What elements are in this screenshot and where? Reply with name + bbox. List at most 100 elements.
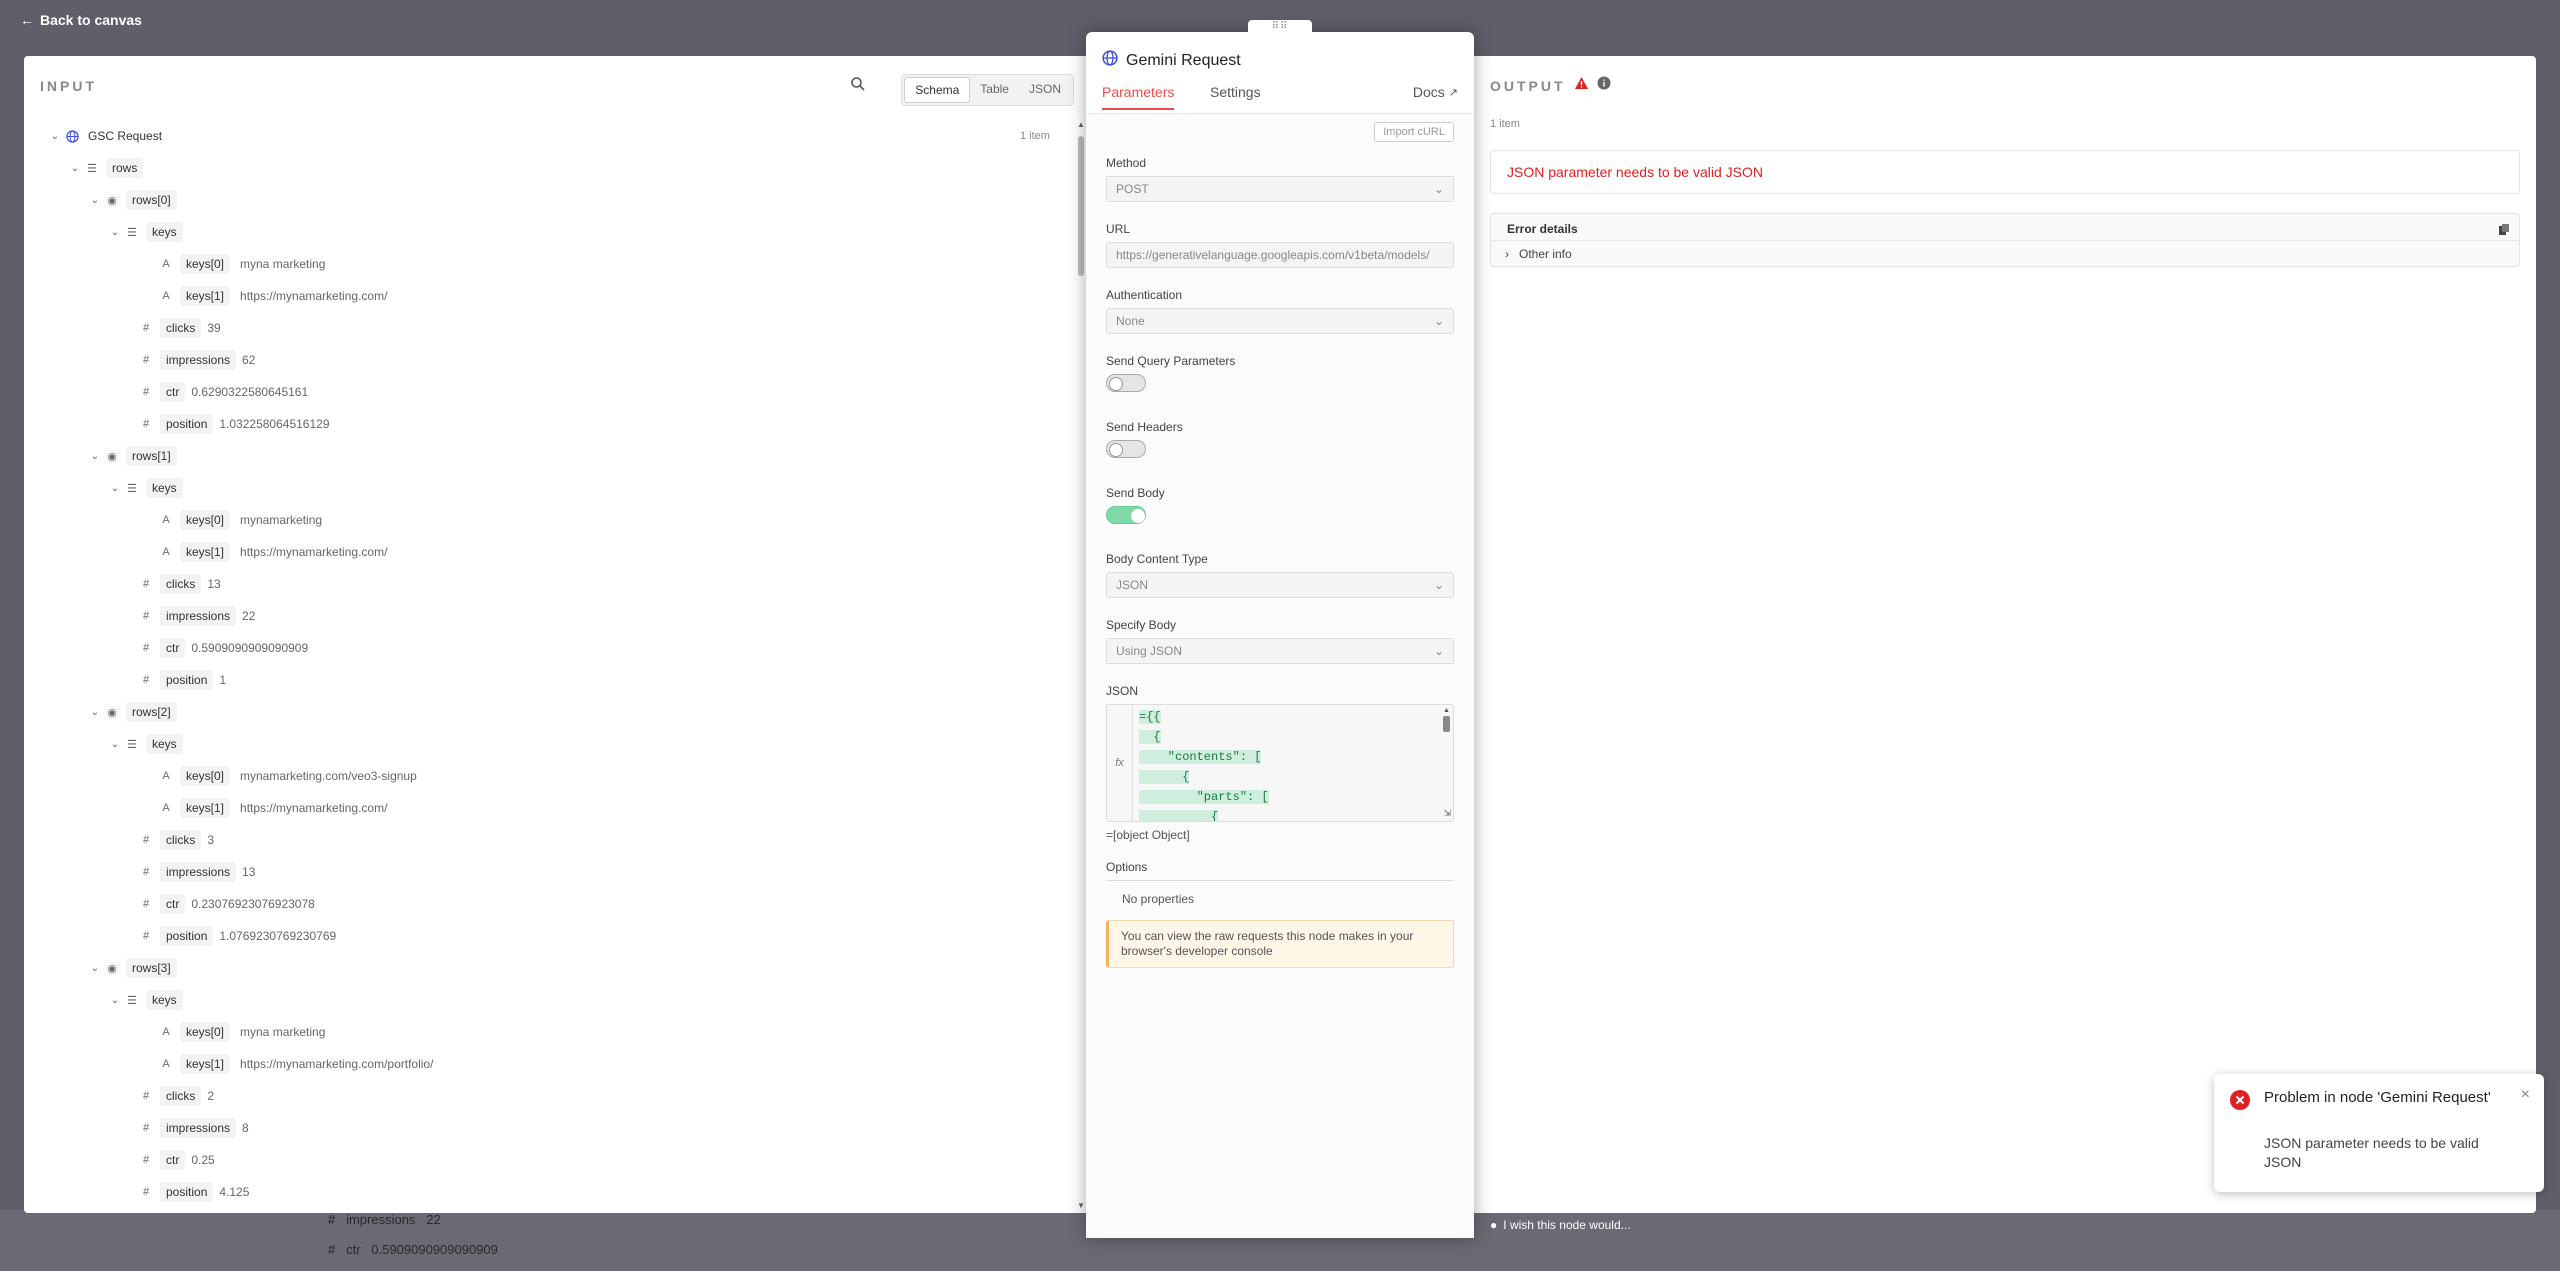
tree-keys[interactable]: ⌄ ☰ keys xyxy=(108,478,183,498)
url-label: URL xyxy=(1106,222,1131,236)
field-name: impressions xyxy=(160,862,237,882)
tree-field[interactable]: # ctr 0.23076923076923078 xyxy=(136,894,315,914)
scroll-thumb[interactable] xyxy=(1078,136,1084,276)
tree-row[interactable]: ⌄ ◉ rows[3] xyxy=(88,958,177,978)
copy-icon[interactable] xyxy=(2499,222,2509,235)
number-icon: # xyxy=(142,834,150,846)
json-editor[interactable]: fx ={{ { "contents": [ { "parts": [ { ▲ … xyxy=(1106,704,1454,822)
backdrop-row-ctr: # ctr 0.5909090909090909 xyxy=(328,1242,498,1257)
tree-keys[interactable]: ⌄ ☰ keys xyxy=(108,990,183,1010)
tree-field[interactable]: # ctr 0.25 xyxy=(136,1150,215,1170)
number-icon: # xyxy=(142,1186,150,1198)
tree-field[interactable]: # impressions 13 xyxy=(136,862,255,882)
search-icon[interactable] xyxy=(850,76,870,96)
chevron-down-icon: ⌄ xyxy=(110,226,120,238)
warning-icon xyxy=(1574,76,1589,95)
tree-field[interactable]: # clicks 2 xyxy=(136,1086,214,1106)
tree-field[interactable]: # clicks 39 xyxy=(136,318,221,338)
tree-row[interactable]: ⌄ ◉ rows[2] xyxy=(88,702,177,722)
editor-scrollbar[interactable]: ▲ xyxy=(1442,707,1451,807)
info-icon[interactable] xyxy=(1597,76,1611,95)
send-headers-toggle[interactable] xyxy=(1106,440,1146,458)
tree-row[interactable]: ⌄ ◉ rows[0] xyxy=(88,190,177,210)
tree-field[interactable]: # clicks 3 xyxy=(136,830,214,850)
tab-json[interactable]: JSON xyxy=(1019,77,1071,103)
tab-settings[interactable]: Settings xyxy=(1210,84,1261,100)
back-to-canvas-button[interactable]: ← Back to canvas xyxy=(20,12,142,28)
tree-key-item[interactable]: Akeys[0] mynamarketing.com/veo3-signup xyxy=(156,766,417,786)
tree-field[interactable]: # impressions 22 xyxy=(136,606,255,626)
key-value: https://mynamarketing.com/ xyxy=(240,801,388,815)
key-name: keys[0] xyxy=(180,1022,231,1042)
close-icon[interactable]: × xyxy=(2521,1086,2530,1104)
drag-handle[interactable]: ⠿⠿ xyxy=(1248,20,1312,36)
tree-field[interactable]: # impressions 8 xyxy=(136,1118,249,1138)
tree-key-item[interactable]: Akeys[1] https://mynamarketing.com/ xyxy=(156,542,387,562)
send-query-toggle[interactable] xyxy=(1106,374,1146,392)
tree-field[interactable]: # impressions 62 xyxy=(136,350,255,370)
tree-field[interactable]: # position 1 xyxy=(136,670,226,690)
json-line: ={{ xyxy=(1139,710,1161,724)
specify-value: Using JSON xyxy=(1116,644,1183,658)
number-icon: # xyxy=(142,930,150,942)
tab-schema[interactable]: Schema xyxy=(904,77,971,103)
method-select[interactable]: POST ⌄ xyxy=(1106,176,1454,202)
backdrop-label: impressions xyxy=(346,1211,416,1227)
number-icon: # xyxy=(142,1090,150,1102)
tree-key-item[interactable]: Akeys[1] https://mynamarketing.com/ xyxy=(156,286,387,306)
tree-field[interactable]: # position 1.0769230769230769 xyxy=(136,926,336,946)
field-name: impressions xyxy=(160,1118,237,1138)
tree-keys[interactable]: ⌄ ☰ keys xyxy=(108,734,183,754)
feedback-link[interactable]: ● I wish this node would... xyxy=(1490,1218,1631,1232)
body-type-select[interactable]: JSON ⌄ xyxy=(1106,572,1454,598)
tab-table[interactable]: Table xyxy=(970,77,1019,103)
number-icon: # xyxy=(142,418,150,430)
field-value: 22 xyxy=(242,609,256,623)
tree-rows[interactable]: ⌄ ☰ rows xyxy=(68,158,144,178)
url-input[interactable]: https://generativelanguage.googleapis.co… xyxy=(1106,242,1454,268)
error-circle-icon xyxy=(2230,1090,2250,1115)
tree-field[interactable]: # ctr 0.6290322580645161 xyxy=(136,382,308,402)
method-label: Method xyxy=(1106,156,1147,170)
tree-root[interactable]: ⌄ GSC Request xyxy=(48,126,162,146)
authentication-select[interactable]: None ⌄ xyxy=(1106,308,1454,334)
key-value: https://mynamarketing.com/portfolio/ xyxy=(240,1057,434,1071)
string-icon: A xyxy=(162,802,170,814)
tree-row[interactable]: ⌄ ◉ rows[1] xyxy=(88,446,177,466)
tree-field[interactable]: # clicks 13 xyxy=(136,574,221,594)
other-info-toggle[interactable]: › Other info xyxy=(1505,247,1572,261)
tree-key-item[interactable]: Akeys[1] https://mynamarketing.com/ xyxy=(156,798,387,818)
number-icon: # xyxy=(142,578,150,590)
tree-field[interactable]: # position 4.125 xyxy=(136,1182,249,1202)
tree-field[interactable]: # ctr 0.5909090909090909 xyxy=(136,638,308,658)
import-curl-button[interactable]: Import cURL xyxy=(1374,122,1454,142)
field-value: 13 xyxy=(207,577,221,591)
globe-icon xyxy=(1102,50,1118,71)
specify-body-select[interactable]: Using JSON ⌄ xyxy=(1106,638,1454,664)
scroll-down-icon[interactable]: ▼ xyxy=(1077,1201,1085,1210)
tree-keys[interactable]: ⌄ ☰ keys xyxy=(108,222,183,242)
key-value: myna marketing xyxy=(240,1025,326,1039)
field-name: ctr xyxy=(160,638,186,658)
field-value: 0.6290322580645161 xyxy=(191,385,309,399)
tree-key-item[interactable]: Akeys[1] https://mynamarketing.com/portfo… xyxy=(156,1054,433,1074)
resize-icon[interactable]: ⇲ xyxy=(1443,808,1451,819)
number-icon: # xyxy=(142,898,150,910)
docs-link[interactable]: Docs ↗ xyxy=(1413,84,1458,100)
json-line: { xyxy=(1139,770,1190,784)
input-scrollbar[interactable]: ▲ ▼ xyxy=(1076,120,1086,1210)
number-icon: # xyxy=(142,354,150,366)
node-title[interactable]: Gemini Request xyxy=(1126,52,1241,70)
tree-key-item[interactable]: Akeys[0] myna marketing xyxy=(156,1022,325,1042)
tree-key-item[interactable]: Akeys[0] mynamarketing xyxy=(156,510,322,530)
string-icon: A xyxy=(162,258,170,270)
send-body-toggle[interactable] xyxy=(1106,506,1146,524)
tree-key-item[interactable]: Akeys[0] myna marketing xyxy=(156,254,325,274)
field-name: impressions xyxy=(160,606,237,626)
json-code[interactable]: ={{ { "contents": [ { "parts": [ { xyxy=(1139,707,1269,821)
tree-field[interactable]: # position 1.032258064516129 xyxy=(136,414,330,434)
key-value: https://mynamarketing.com/ xyxy=(240,289,388,303)
tab-parameters[interactable]: Parameters xyxy=(1102,84,1175,110)
number-icon: # xyxy=(142,642,150,654)
scroll-up-icon[interactable]: ▲ xyxy=(1077,120,1085,129)
